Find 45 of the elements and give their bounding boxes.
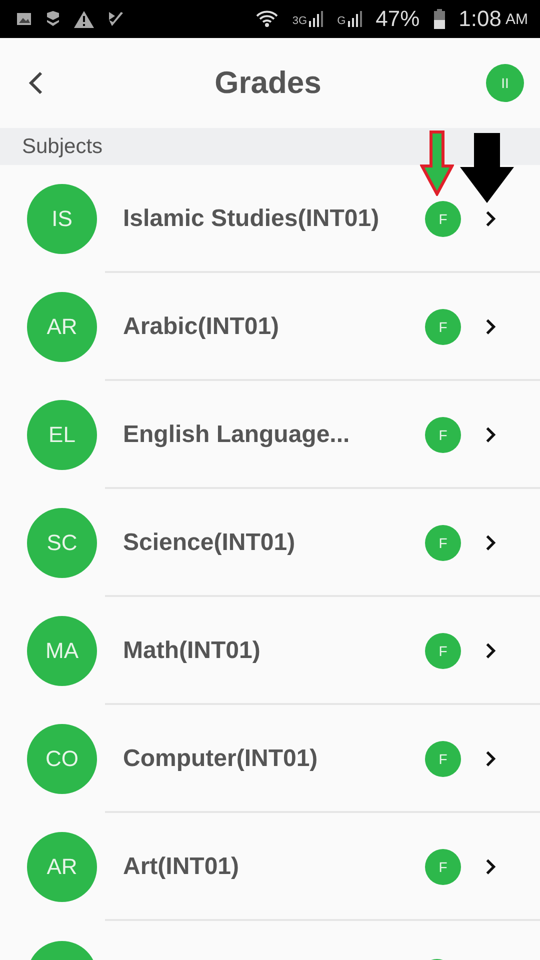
grade-badge: F — [425, 525, 461, 561]
subject-avatar: AR — [27, 832, 97, 902]
chevron-right-icon — [485, 210, 496, 228]
clock-time: 1:08 — [458, 6, 502, 32]
clock-meridiem: AM — [506, 10, 528, 28]
signal-icon — [348, 11, 362, 27]
chevron-right-icon — [485, 318, 496, 336]
page-title: Grades — [214, 65, 322, 101]
network-label: G — [337, 15, 346, 27]
subject-name[interactable]: Computer(INT01) — [123, 745, 425, 773]
subject-avatar: MA — [27, 616, 97, 686]
network-label: 3G — [292, 15, 308, 27]
section-header: Subjects — [22, 134, 103, 158]
grade-badge: F — [425, 849, 461, 885]
chevron-right-icon — [485, 534, 496, 552]
down-arrow-icon — [420, 130, 454, 196]
subject-name[interactable]: English Language... — [123, 421, 425, 449]
subject-name[interactable]: Art(INT01) — [123, 853, 425, 881]
subject-avatar: EL — [27, 400, 97, 470]
grade-badge: F — [425, 201, 461, 237]
grade-badge: F — [425, 633, 461, 669]
subject-name[interactable]: Science(INT01) — [123, 529, 425, 557]
warning-icon — [74, 10, 94, 28]
subject-avatar: SC — [27, 508, 97, 578]
grade-badge: F — [425, 417, 461, 453]
chevron-right-icon — [485, 858, 496, 876]
down-arrow-icon — [460, 133, 514, 203]
grade-badge: F — [425, 309, 461, 345]
shield-icon — [46, 11, 60, 27]
chevron-right-icon — [485, 426, 496, 444]
subject-avatar: AR — [27, 292, 97, 362]
image-icon — [16, 11, 32, 27]
check-icon — [108, 11, 124, 27]
subject-avatar: IS — [27, 184, 97, 254]
subject-name[interactable]: Math(INT01) — [123, 637, 425, 665]
subject-avatar: CO — [27, 724, 97, 794]
wifi-icon — [256, 10, 278, 28]
battery-percent: 47% — [376, 6, 420, 32]
chevron-right-icon — [485, 642, 496, 660]
subject-name[interactable]: Islamic Studies(INT01) — [123, 205, 425, 233]
subject-name[interactable]: Arabic(INT01) — [123, 313, 425, 341]
battery-icon — [434, 9, 445, 29]
grade-badge: F — [425, 741, 461, 777]
signal-icon — [309, 11, 324, 27]
chevron-right-icon — [485, 750, 496, 768]
